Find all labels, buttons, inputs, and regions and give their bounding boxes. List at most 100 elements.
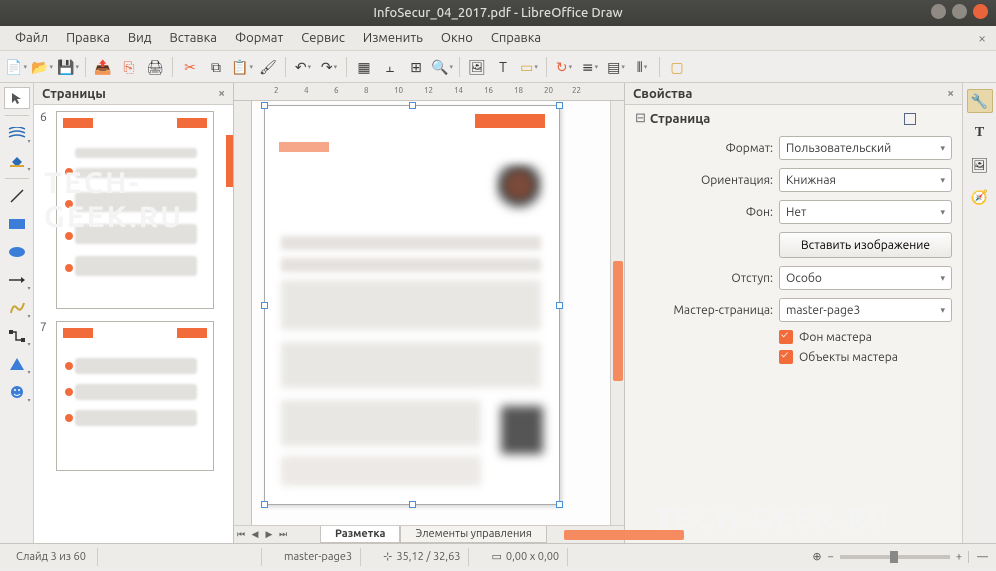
pages-panel-close-icon[interactable]: × (218, 87, 225, 100)
snap-guides-button[interactable]: ⫠ (378, 55, 402, 79)
zoom-slider[interactable] (840, 555, 950, 559)
first-page-button[interactable]: ⏮ (234, 529, 248, 540)
insert-textbox-button[interactable]: T (491, 55, 515, 79)
next-page-button[interactable]: ▶ (262, 529, 276, 540)
master-objects-checkbox[interactable] (779, 350, 793, 364)
fill-color-tool[interactable] (4, 150, 30, 172)
pages-scrollbar-thumb[interactable] (226, 135, 233, 187)
curve-tool[interactable] (4, 297, 30, 319)
vertical-ruler (234, 101, 252, 525)
master-background-checkbox[interactable] (779, 330, 793, 344)
section-collapse-icon[interactable]: ⊟ (635, 111, 646, 126)
open-button[interactable]: 📂 (30, 55, 54, 79)
orientation-dropdown[interactable]: Книжная (779, 168, 952, 192)
rectangle-tool[interactable] (4, 213, 30, 235)
main-toolbar: 📄 📂 💾 📤 ⎘ 🖨 ✂ ⧉ 📋 🖌 ↶ ↷ ▦ ⫠ ⊞ 🔍 🖼 T ▭ ↻ … (0, 51, 996, 83)
snap-lines-button[interactable]: ⊞ (404, 55, 428, 79)
statusbar: Слайд 3 из 60 master-page3 ⊹35,12 / 32,6… (0, 543, 996, 569)
doc-close-icon[interactable]: × (978, 30, 986, 46)
ellipse-tool[interactable] (4, 241, 30, 263)
scrollbar-thumb[interactable] (613, 261, 623, 381)
status-size: ▭0,00 x 0,00 (483, 548, 568, 566)
cut-button[interactable]: ✂ (178, 55, 202, 79)
menu-window[interactable]: Окно (432, 28, 482, 48)
master-page-dropdown[interactable]: master-page3 (779, 298, 952, 322)
menu-service[interactable]: Сервис (292, 28, 354, 48)
menu-file[interactable]: Файл (6, 28, 57, 48)
insert-image-button[interactable]: Вставить изображение (779, 232, 952, 258)
grid-toggle-button[interactable]: ▦ (352, 55, 376, 79)
properties-panel: Свойства × ⊟ Страница Формат: Пользовате… (624, 83, 962, 543)
menu-view[interactable]: Вид (119, 28, 161, 48)
insert-fontwork-button[interactable]: ▭ (517, 55, 541, 79)
save-button[interactable]: 💾 (56, 55, 80, 79)
line-tool[interactable] (4, 185, 30, 207)
zoom-out-icon[interactable]: − (828, 551, 834, 563)
new-button[interactable]: 📄 (4, 55, 28, 79)
tab-layout[interactable]: Разметка (320, 526, 400, 543)
pages-panel: Страницы × 6 (34, 83, 234, 543)
page-content[interactable] (264, 105, 560, 505)
page-thumbnail-row[interactable]: 6 (40, 111, 227, 309)
print-button[interactable]: 🖨 (143, 55, 167, 79)
page-thumbnail-row[interactable]: 7 (40, 321, 227, 471)
zoom-button[interactable]: 🔍 (430, 55, 454, 79)
orientation-label: Ориентация: (635, 174, 773, 187)
last-page-button[interactable]: ⏭ (276, 529, 290, 540)
canvas-vertical-scrollbar[interactable] (610, 101, 624, 525)
window-minimize-button[interactable] (931, 4, 946, 19)
prev-page-button[interactable]: ◀ (248, 529, 262, 540)
menu-modify[interactable]: Изменить (354, 28, 432, 48)
clone-format-button[interactable]: 🖌 (256, 55, 280, 79)
master-background-label: Фон мастера (799, 331, 872, 344)
sidebar-gallery-icon[interactable]: 🖼 (967, 153, 993, 177)
window-maximize-button[interactable] (952, 4, 967, 19)
canvas-bottom-bar: ⏮ ◀ ▶ ⏭ Разметка Элементы управления (234, 525, 624, 543)
left-toolbar (0, 83, 34, 543)
menu-format[interactable]: Формат (226, 28, 292, 48)
basic-shapes-tool[interactable] (4, 353, 30, 375)
symbol-shapes-tool[interactable] (4, 381, 30, 403)
properties-panel-close-icon[interactable]: × (947, 87, 954, 100)
format-dropdown[interactable]: Пользовательский (779, 136, 952, 160)
page-number: 6 (40, 111, 50, 309)
line-color-tool[interactable] (4, 122, 30, 144)
align-button[interactable]: ≡ (578, 55, 602, 79)
shadow-button[interactable]: ▢ (665, 55, 689, 79)
canvas-horizontal-scrollbar[interactable] (564, 530, 610, 540)
window-close-button[interactable] (973, 4, 988, 19)
menubar: Файл Правка Вид Вставка Формат Сервис Из… (0, 26, 996, 51)
sidebar-navigator-icon[interactable]: 🧭 (967, 185, 993, 209)
margin-dropdown[interactable]: Особо (779, 266, 952, 290)
copy-button[interactable]: ⧉ (204, 55, 228, 79)
zoom-in-icon[interactable]: + (956, 551, 962, 563)
redo-button[interactable]: ↷ (317, 55, 341, 79)
connector-tool[interactable] (4, 325, 30, 347)
export-pdf-button[interactable]: ⎘ (117, 55, 141, 79)
page-thumbnail[interactable] (56, 111, 214, 309)
paste-button[interactable]: 📋 (230, 55, 254, 79)
zoom-value[interactable]: — (968, 551, 988, 563)
distribute-button[interactable]: ⫴ (630, 55, 654, 79)
window-title: InfoSecur_04_2017.pdf - LibreOffice Draw (373, 6, 622, 20)
undo-button[interactable]: ↶ (291, 55, 315, 79)
arrange-button[interactable]: ▤ (604, 55, 628, 79)
select-tool[interactable] (4, 87, 30, 109)
insert-image-button[interactable]: 🖼 (465, 55, 489, 79)
tab-controls[interactable]: Элементы управления (400, 526, 546, 543)
background-dropdown[interactable]: Нет (779, 200, 952, 224)
export-button[interactable]: 📤 (91, 55, 115, 79)
rotate-button[interactable]: ↻ (552, 55, 576, 79)
sidebar-styles-icon[interactable]: T (967, 121, 993, 145)
zoom-fit-icon[interactable]: ⊕ (812, 550, 821, 563)
menu-insert[interactable]: Вставка (160, 28, 225, 48)
menu-help[interactable]: Справка (482, 28, 550, 48)
format-label: Формат: (635, 142, 773, 155)
sidebar-properties-icon[interactable]: 🔧 (967, 89, 993, 113)
page-number: 7 (40, 321, 50, 471)
arrow-tool[interactable] (4, 269, 30, 291)
section-options-icon[interactable] (904, 113, 916, 125)
menu-edit[interactable]: Правка (57, 28, 119, 48)
page-thumbnail[interactable] (56, 321, 214, 471)
drawing-canvas[interactable] (252, 101, 624, 525)
